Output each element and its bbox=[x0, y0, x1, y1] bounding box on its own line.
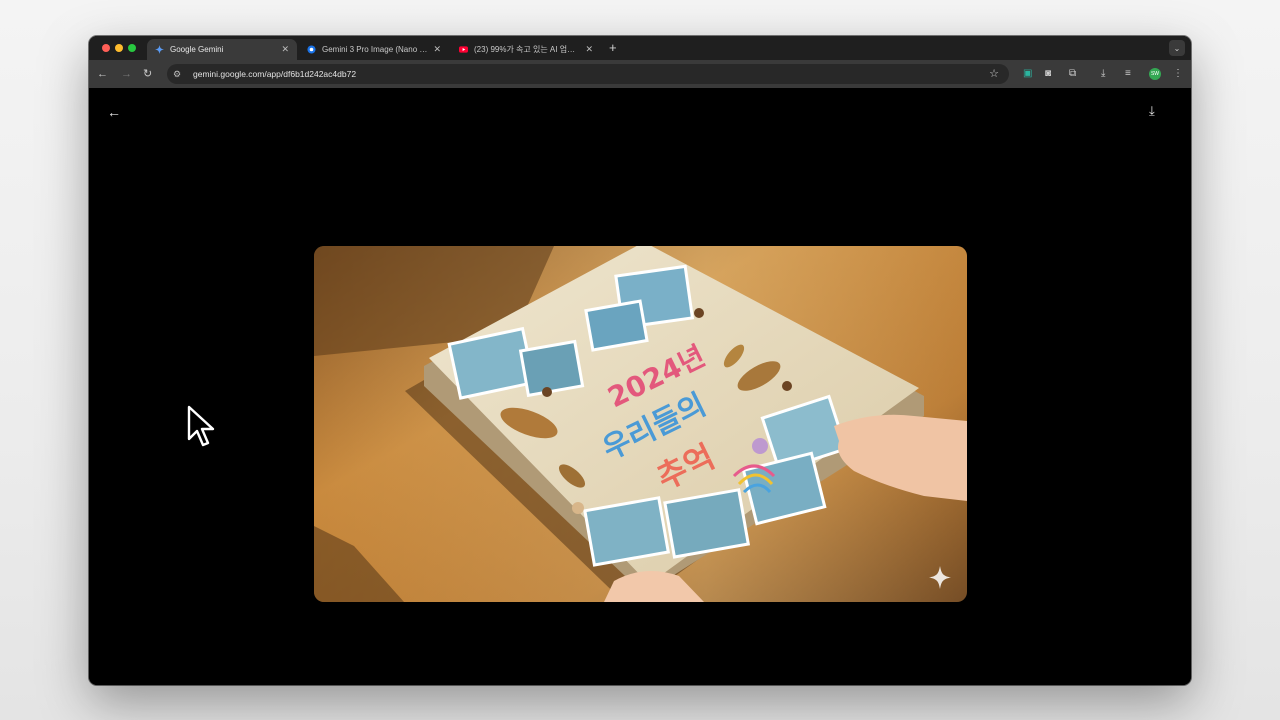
download-icon[interactable]: ⤓ bbox=[1149, 103, 1155, 119]
close-icon[interactable]: ✕ bbox=[433, 44, 441, 55]
chrome-icon bbox=[307, 45, 316, 54]
back-arrow-icon[interactable]: ← bbox=[97, 67, 108, 81]
browser-window: Google Gemini ✕ Gemini 3 Pro Image (Nano… bbox=[89, 36, 1191, 685]
tab-youtube-video[interactable]: (23) 99%가 속고 있는 AI 업페이 ✕ bbox=[451, 39, 601, 60]
youtube-icon bbox=[459, 45, 468, 54]
gemini-image-viewer: ← ⤓ 2024년 우리들의 추억 bbox=[89, 88, 1191, 685]
new-tab-button[interactable]: + bbox=[609, 40, 617, 56]
download-icon[interactable]: ⤓ bbox=[1101, 67, 1105, 81]
tab-title: Google Gemini bbox=[170, 45, 224, 54]
browser-toolbar: ← → ↻ ⚙ gemini.google.com/app/df6b1d242a… bbox=[89, 60, 1191, 88]
puzzle-icon[interactable]: ⧉ bbox=[1069, 67, 1076, 81]
tab-title: Gemini 3 Pro Image (Nano Ba bbox=[322, 45, 428, 54]
tab-gemini-3-pro-image[interactable]: Gemini 3 Pro Image (Nano Ba ✕ bbox=[299, 39, 449, 60]
address-bar[interactable]: ⚙ gemini.google.com/app/df6b1d242ac4db72… bbox=[167, 64, 1009, 84]
extension-icon[interactable]: ▣ bbox=[1023, 67, 1032, 81]
close-icon[interactable]: ✕ bbox=[585, 44, 593, 55]
tab-title: (23) 99%가 속고 있는 AI 업페이 bbox=[474, 45, 580, 54]
media-controls-icon[interactable]: ≡ bbox=[1125, 67, 1131, 81]
forward-arrow-icon[interactable]: → bbox=[121, 67, 132, 81]
tab-strip: Google Gemini ✕ Gemini 3 Pro Image (Nano… bbox=[89, 36, 1191, 60]
bookmark-star-icon[interactable]: ☆ bbox=[989, 67, 999, 80]
chevron-down-icon[interactable]: ⌄ bbox=[1169, 40, 1185, 56]
camera-icon[interactable]: ◙ bbox=[1045, 67, 1051, 81]
back-arrow-icon[interactable]: ← bbox=[107, 104, 121, 120]
site-settings-icon[interactable]: ⚙ bbox=[173, 69, 187, 80]
close-icon[interactable]: ✕ bbox=[281, 44, 289, 55]
url-text[interactable]: gemini.google.com/app/df6b1d242ac4db72 bbox=[193, 69, 356, 79]
photo-scene: 2024년 우리들의 추억 bbox=[314, 246, 967, 602]
generated-image[interactable]: 2024년 우리들의 추억 bbox=[314, 246, 967, 602]
maximize-window-button[interactable] bbox=[128, 44, 136, 52]
close-window-button[interactable] bbox=[102, 44, 110, 52]
mouse-cursor-icon bbox=[187, 405, 215, 447]
profile-avatar[interactable]: SW bbox=[1149, 68, 1161, 80]
tab-google-gemini[interactable]: Google Gemini ✕ bbox=[147, 39, 297, 60]
more-menu-icon[interactable]: ⋮ bbox=[1173, 67, 1183, 81]
gemini-icon bbox=[155, 45, 164, 54]
minimize-window-button[interactable] bbox=[115, 44, 123, 52]
reload-icon[interactable]: ↻ bbox=[143, 67, 152, 81]
